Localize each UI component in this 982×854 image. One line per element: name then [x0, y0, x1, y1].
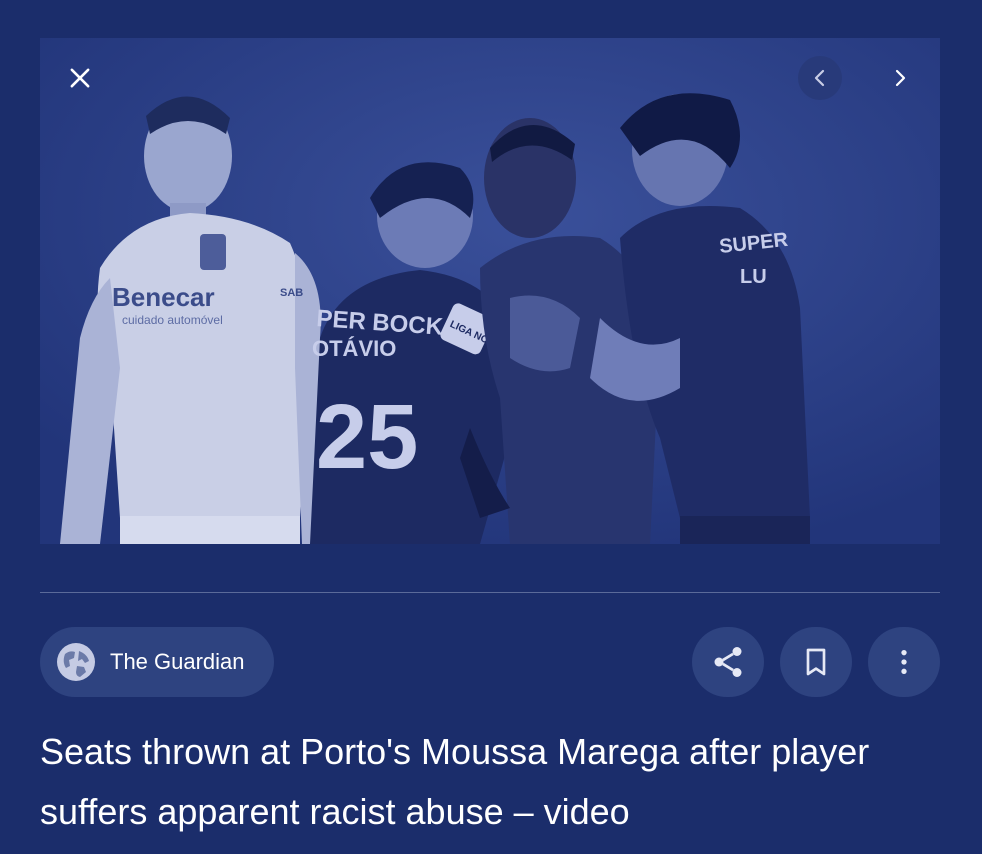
- chevron-left-icon: [814, 69, 825, 87]
- close-button[interactable]: [60, 58, 100, 98]
- save-button[interactable]: [780, 627, 852, 697]
- article-headline[interactable]: Seats thrown at Porto's Moussa Marega af…: [40, 722, 940, 842]
- photo-scene: Benecar cuidado automóvel SAB PER BOCK O…: [40, 38, 940, 544]
- close-icon: [70, 68, 90, 88]
- share-button[interactable]: [692, 627, 764, 697]
- globe-icon: [56, 642, 96, 682]
- otavio-name: OTÁVIO: [312, 336, 396, 361]
- otavio-number: 25: [316, 386, 418, 488]
- previous-image-button[interactable]: [798, 56, 842, 100]
- source-chip[interactable]: The Guardian: [40, 627, 274, 697]
- source-name: The Guardian: [110, 649, 245, 674]
- white-kit-sponsor: Benecar: [112, 282, 215, 312]
- next-image-button[interactable]: [878, 56, 922, 100]
- divider: [40, 592, 940, 593]
- white-kit-sleeve: SAB: [280, 287, 303, 299]
- more-options-button[interactable]: [868, 627, 940, 697]
- share-icon: [714, 647, 742, 677]
- more-vertical-icon: [901, 650, 907, 674]
- white-kit-sponsor-sub: cuidado automóvel: [122, 313, 223, 327]
- bookmark-icon: [806, 648, 826, 676]
- article-image: Benecar cuidado automóvel SAB PER BOCK O…: [40, 38, 940, 544]
- chevron-right-icon: [895, 69, 906, 87]
- right-player-name: LU: [740, 266, 767, 288]
